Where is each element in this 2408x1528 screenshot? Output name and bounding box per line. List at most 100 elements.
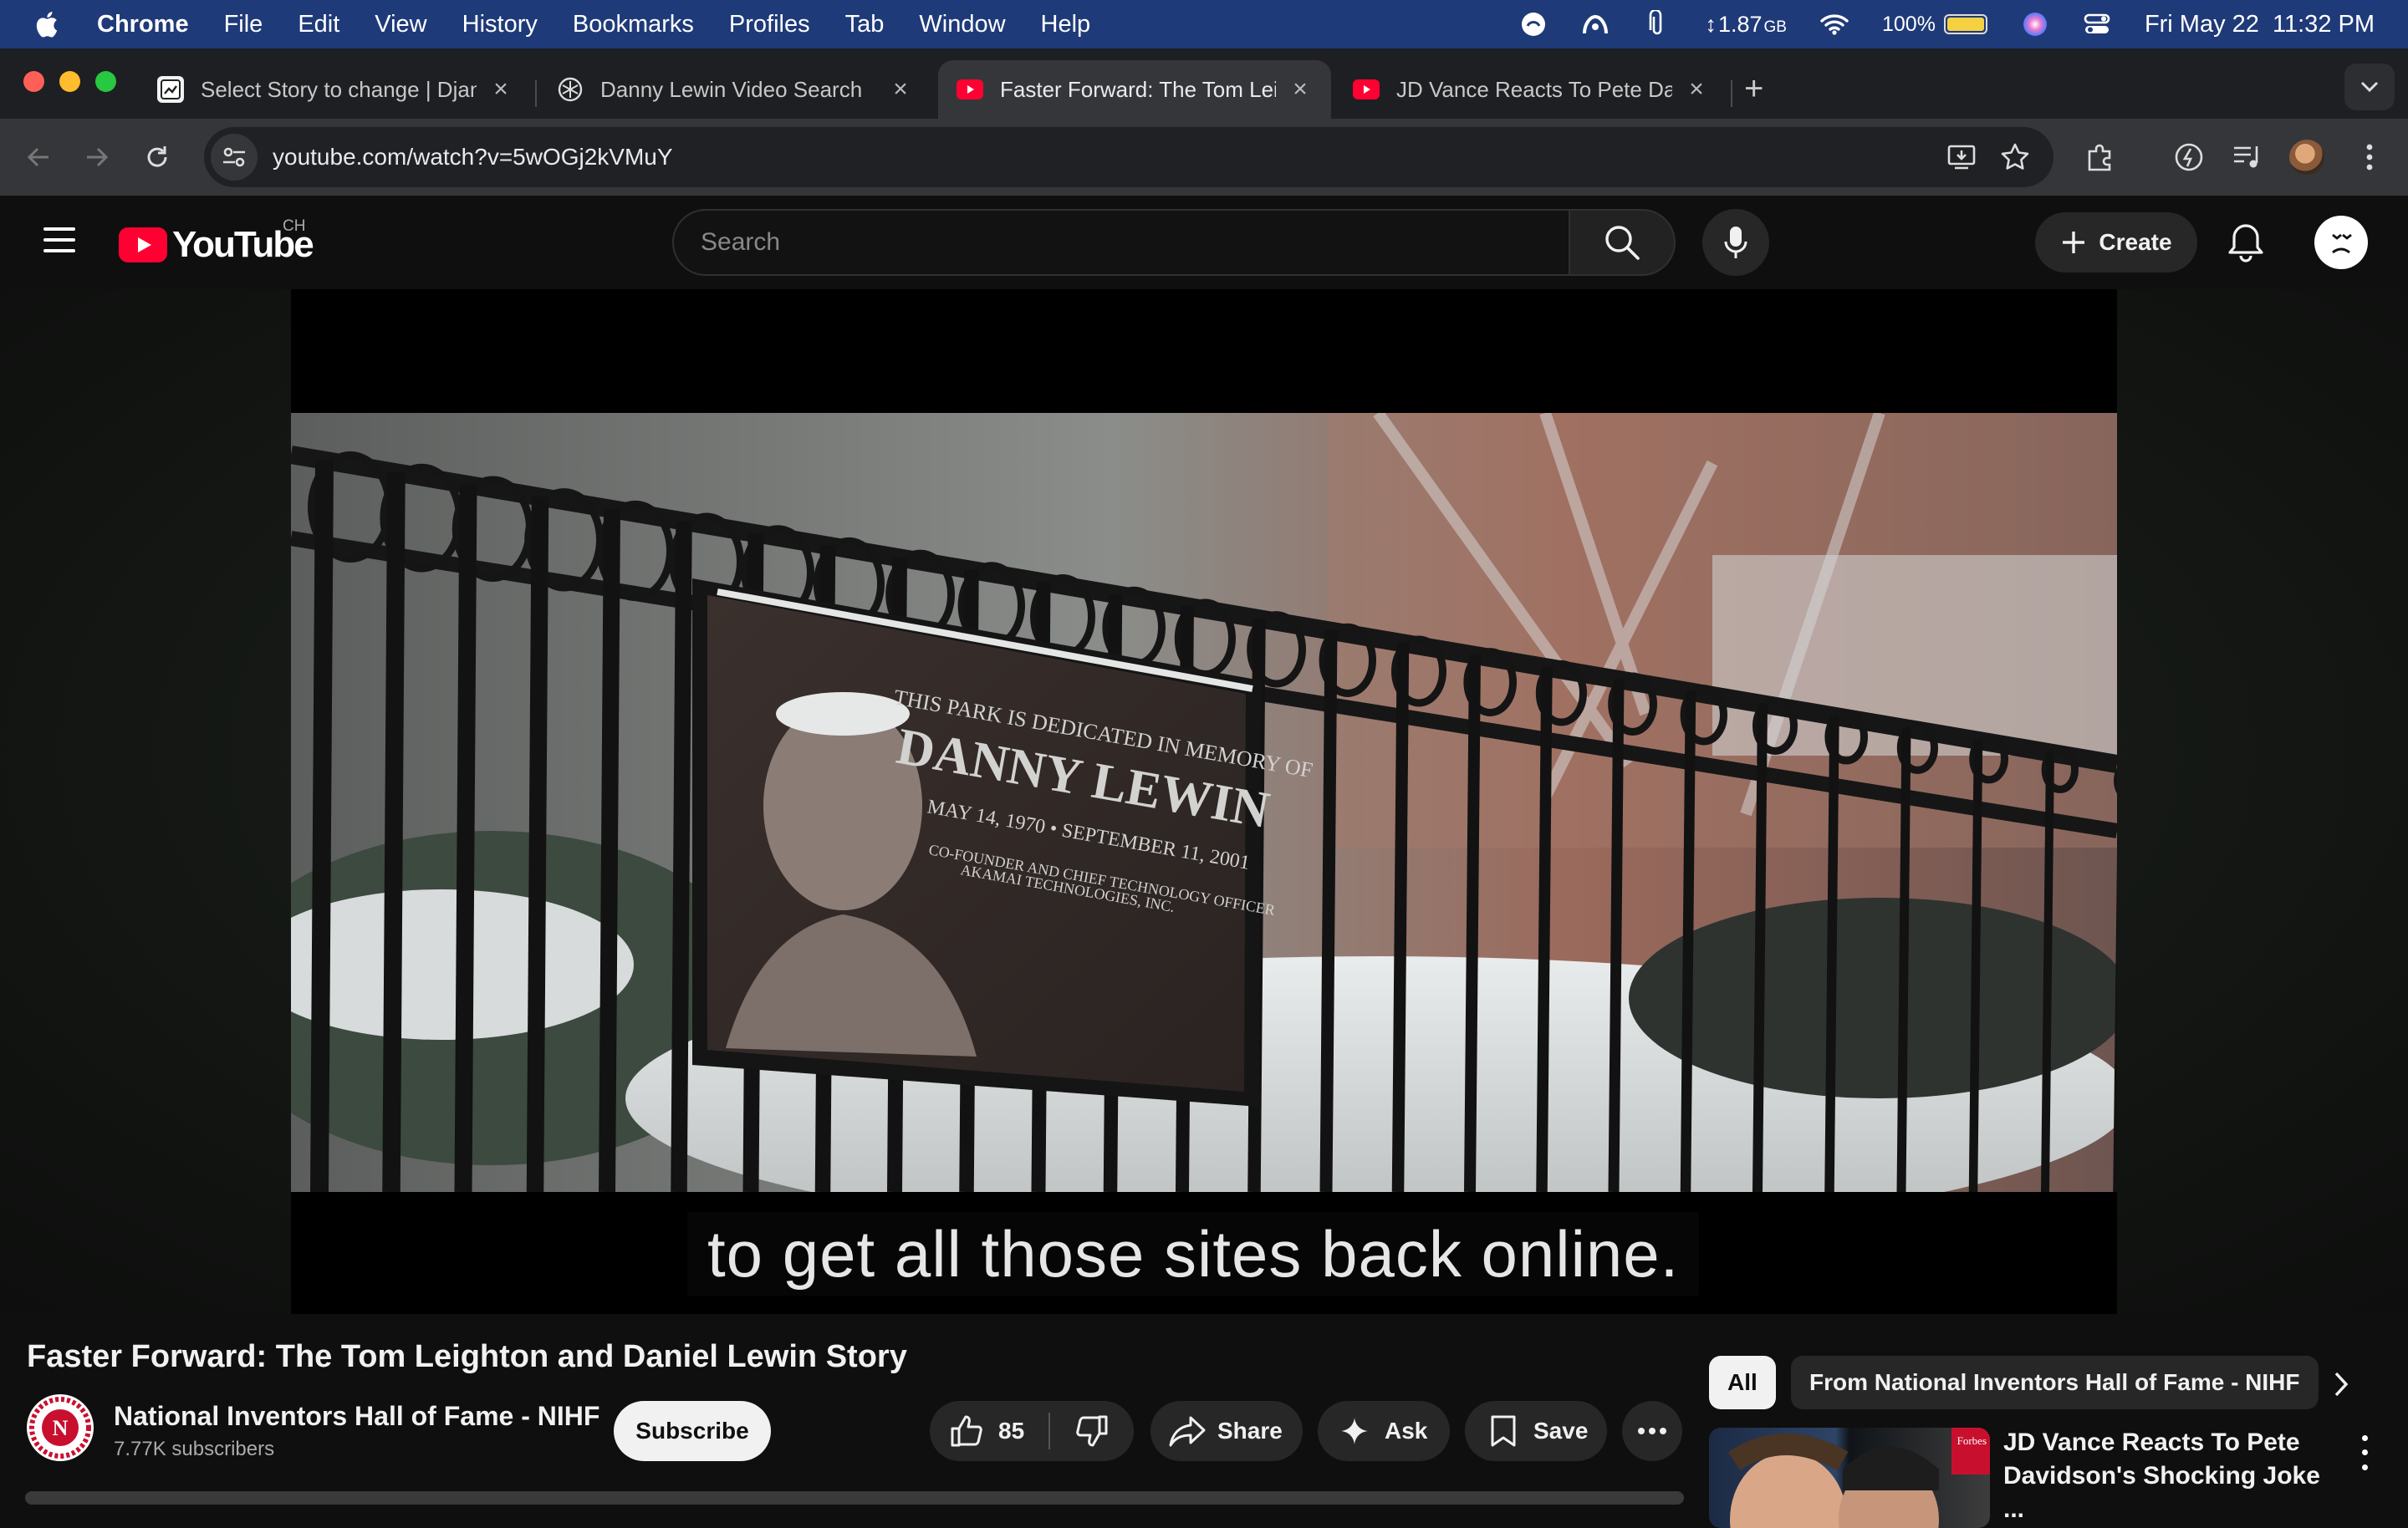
wifi-icon[interactable] bbox=[1820, 10, 1849, 38]
close-window-button[interactable] bbox=[23, 71, 44, 92]
django-admin-icon bbox=[157, 76, 184, 103]
chevron-right-icon bbox=[2334, 1372, 2349, 1397]
cloud-sync-icon[interactable] bbox=[1581, 10, 1610, 38]
subscribe-button[interactable]: Subscribe bbox=[614, 1401, 771, 1461]
menu-view[interactable]: View bbox=[375, 11, 426, 38]
save-button[interactable]: Save bbox=[1465, 1401, 1607, 1461]
forward-button[interactable] bbox=[80, 140, 114, 174]
forbes-badge: Forbes bbox=[1956, 1434, 1987, 1447]
paperclip-icon[interactable] bbox=[1643, 10, 1671, 38]
install-app-icon[interactable] bbox=[1946, 142, 1977, 172]
recommended-video-title[interactable]: JD Vance Reacts To Pete Davidson's Shock… bbox=[2003, 1426, 2321, 1526]
menu-app-name[interactable]: Chrome bbox=[97, 11, 189, 38]
create-button[interactable]: Create bbox=[2035, 212, 2197, 272]
reload-icon bbox=[147, 146, 167, 167]
new-tab-button[interactable]: + bbox=[1744, 70, 1763, 107]
chips-next-button[interactable] bbox=[2319, 1362, 2363, 1406]
media-controls-button[interactable] bbox=[2229, 139, 2266, 176]
control-center-icon[interactable] bbox=[2083, 10, 2111, 38]
ask-button[interactable]: Ask bbox=[1318, 1401, 1450, 1461]
close-tab-icon[interactable]: × bbox=[488, 75, 513, 104]
close-tab-icon[interactable]: × bbox=[888, 75, 913, 104]
share-button[interactable]: Share bbox=[1150, 1401, 1303, 1461]
menu-file[interactable]: File bbox=[224, 11, 263, 38]
back-button[interactable] bbox=[22, 140, 55, 174]
performance-button[interactable] bbox=[2171, 139, 2207, 176]
more-actions-button[interactable] bbox=[1622, 1401, 1682, 1461]
bookmark-star-icon[interactable] bbox=[2000, 142, 2030, 172]
memory-arrows-icon: ↕ bbox=[1705, 11, 1717, 37]
search-input[interactable]: Search bbox=[672, 209, 1570, 276]
profile-avatar[interactable] bbox=[2289, 140, 2324, 175]
browser-toolbar: youtube.com/watch?v=5wOGj2kVMuY bbox=[0, 119, 2408, 196]
site-info-button[interactable] bbox=[211, 134, 258, 181]
siri-icon[interactable] bbox=[2021, 10, 2049, 38]
create-label: Create bbox=[2099, 229, 2172, 255]
menu-window[interactable]: Window bbox=[919, 11, 1005, 38]
thumbs-down-icon bbox=[1074, 1413, 1110, 1449]
battery-status[interactable]: 100% bbox=[1882, 13, 1987, 37]
close-tab-icon[interactable]: × bbox=[1288, 75, 1313, 104]
reload-button[interactable] bbox=[140, 140, 174, 174]
search-button[interactable] bbox=[1569, 209, 1676, 276]
menu-edit[interactable]: Edit bbox=[298, 11, 339, 38]
tab-search-button[interactable] bbox=[2344, 64, 2395, 110]
url-text[interactable]: youtube.com/watch?v=5wOGj2kVMuY bbox=[273, 144, 673, 171]
menu-bookmarks[interactable]: Bookmarks bbox=[573, 11, 694, 38]
save-label: Save bbox=[1533, 1418, 1589, 1444]
tab-django-admin[interactable]: Select Story to change | Djang × bbox=[139, 60, 532, 119]
apple-menu-icon[interactable] bbox=[33, 9, 59, 39]
menu-tab[interactable]: Tab bbox=[845, 11, 885, 38]
tab-title: Danny Lewin Video Search bbox=[600, 76, 863, 102]
search-icon bbox=[1605, 226, 1640, 260]
account-avatar[interactable] bbox=[2314, 216, 2368, 269]
minimize-window-button[interactable] bbox=[59, 71, 80, 92]
recommended-video-thumbnail[interactable]: Forbes bbox=[1709, 1428, 1990, 1528]
channel-name[interactable]: National Inventors Hall of Fame - NIHF bbox=[114, 1401, 599, 1432]
microphone-icon bbox=[1724, 227, 1747, 258]
like-count: 85 bbox=[998, 1418, 1025, 1444]
tab-divider bbox=[535, 80, 537, 107]
youtube-header: YouTube CH Search Create bbox=[0, 196, 2408, 289]
video-caption: to get all those sites back online. bbox=[687, 1212, 1700, 1296]
youtube-logo[interactable]: YouTube CH bbox=[119, 217, 314, 266]
clock[interactable]: Fri May 22 11:32 PM bbox=[2145, 11, 2375, 38]
menu-help[interactable]: Help bbox=[1041, 11, 1091, 38]
window-controls bbox=[23, 71, 116, 92]
tab-faster-forward[interactable]: Faster Forward: The Tom Leig × bbox=[938, 60, 1331, 119]
video-title: Faster Forward: The Tom Leighton and Dan… bbox=[27, 1339, 907, 1374]
video-player[interactable]: THIS PARK IS DEDICATED IN MEMORY OF DANN… bbox=[291, 289, 2117, 1314]
memory-usage[interactable]: ↕ 1.87 GB bbox=[1705, 12, 1787, 38]
status-app-icon[interactable] bbox=[1519, 10, 1548, 38]
channel-avatar[interactable]: N bbox=[27, 1394, 94, 1461]
guide-menu-icon[interactable] bbox=[43, 227, 75, 252]
puzzle-icon bbox=[2088, 144, 2111, 171]
menu-history[interactable]: History bbox=[462, 11, 538, 38]
like-button[interactable]: 85 bbox=[930, 1413, 1048, 1449]
dislike-button[interactable] bbox=[1050, 1413, 1134, 1449]
tune-icon bbox=[223, 147, 245, 167]
maximize-window-button[interactable] bbox=[95, 71, 116, 92]
recommended-video-menu[interactable] bbox=[2356, 1431, 2373, 1475]
sad-face-avatar-icon bbox=[2332, 233, 2352, 254]
notifications-bell-icon[interactable] bbox=[2224, 221, 2268, 264]
tab-title: JD Vance Reacts To Pete Dav bbox=[1396, 76, 1672, 102]
extensions-button[interactable] bbox=[2082, 139, 2119, 176]
tab-jd-vance[interactable]: JD Vance Reacts To Pete Dav × bbox=[1334, 60, 1727, 119]
chip-from-channel[interactable]: From National Inventors Hall of Fame - N… bbox=[1791, 1356, 2319, 1409]
voice-search-button[interactable] bbox=[1702, 209, 1769, 276]
share-arrow-icon bbox=[1169, 1413, 1206, 1449]
menu-profiles[interactable]: Profiles bbox=[729, 11, 810, 38]
address-bar[interactable]: youtube.com/watch?v=5wOGj2kVMuY bbox=[204, 127, 2053, 187]
tab-title: Faster Forward: The Tom Leig bbox=[1000, 76, 1276, 102]
video-frame[interactable]: THIS PARK IS DEDICATED IN MEMORY OF DANN… bbox=[291, 413, 2117, 1192]
chrome-menu-button[interactable] bbox=[2351, 139, 2388, 176]
thumbs-up-icon bbox=[948, 1413, 985, 1449]
arrow-right-icon bbox=[87, 147, 109, 167]
like-dislike-group: 85 bbox=[930, 1401, 1134, 1461]
chip-all[interactable]: All bbox=[1709, 1356, 1776, 1409]
close-tab-icon[interactable]: × bbox=[1684, 75, 1709, 104]
playlist-music-icon bbox=[2234, 146, 2258, 168]
horizontal-scrollbar[interactable] bbox=[25, 1491, 1684, 1505]
tab-danny-lewin-search[interactable]: Danny Lewin Video Search × bbox=[538, 60, 931, 119]
